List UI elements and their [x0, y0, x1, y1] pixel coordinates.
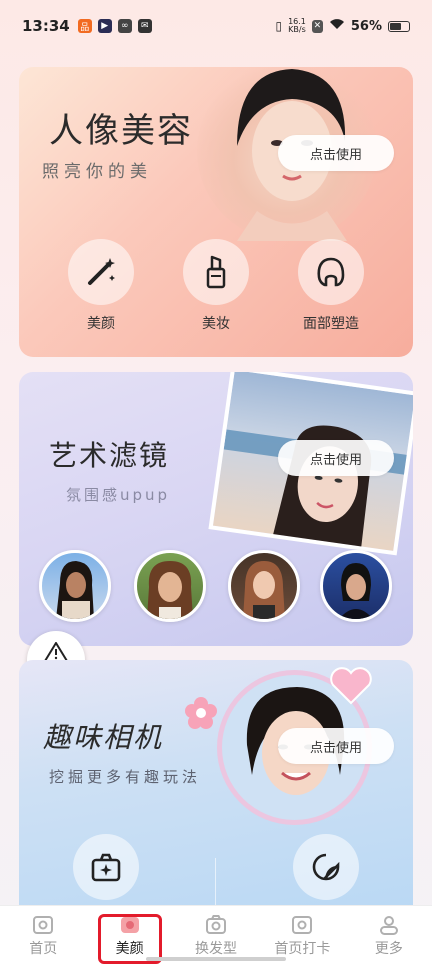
tab-home[interactable]: 首页: [0, 906, 86, 964]
status-time: 13:34: [22, 17, 70, 35]
feature-makeup-label: 美妆: [202, 316, 230, 332]
no-sim-icon: ✕: [311, 19, 323, 33]
art-filter-card[interactable]: 艺术滤镜 氛围感upup 点击使用: [19, 372, 413, 646]
filter-sample-4[interactable]: [320, 550, 392, 622]
lipstick-icon: [183, 239, 249, 305]
user-icon: [379, 916, 398, 935]
feature-face-shaping-label: 面部塑造: [303, 316, 359, 332]
warning-icon: [44, 641, 68, 662]
filter-sample-1[interactable]: [39, 550, 111, 622]
tab-hairstyle[interactable]: 换发型: [173, 906, 259, 964]
feature-beauty[interactable]: 美颜: [51, 239, 151, 333]
network-speed: 16.1 KB/s: [288, 18, 306, 34]
portrait-use-button[interactable]: 点击使用: [278, 135, 394, 171]
tab-hairstyle-label: 换发型: [195, 941, 238, 957]
wifi-icon: [329, 18, 345, 34]
home-indicator: [146, 957, 286, 961]
filter-sample-3[interactable]: [228, 550, 300, 622]
camera-sparkle-icon: [91, 853, 121, 882]
notification-play-icon: ▶: [97, 19, 112, 33]
filter-sample-2[interactable]: [134, 550, 206, 622]
tab-checkin[interactable]: 首页打卡: [259, 906, 345, 964]
tab-checkin-label: 首页打卡: [274, 941, 331, 957]
home-camera-icon: [33, 916, 54, 934]
tab-home-label: 首页: [29, 941, 58, 957]
portrait-card-title: 人像美容: [49, 111, 193, 151]
magic-wand-icon: [68, 239, 134, 305]
status-left: 13:34 品 ▶ ∞ ✉: [22, 17, 152, 35]
feature-makeup[interactable]: 美妆: [166, 239, 266, 333]
checkin-camera-icon: [292, 916, 313, 934]
camera-card-subtitle: 挖掘更多有趣玩法: [49, 768, 202, 786]
camera-card-title: 趣味相机: [43, 721, 164, 754]
fun-camera-card[interactable]: 趣味相机 挖掘更多有趣玩法 点击使用: [19, 660, 413, 920]
filter-use-button[interactable]: 点击使用: [278, 440, 394, 476]
filter-card-title: 艺术滤镜: [49, 439, 170, 472]
camera-feature-left[interactable]: [73, 834, 139, 900]
camera-feature-right[interactable]: [293, 834, 359, 900]
vibrate-icon: ▯: [275, 19, 283, 33]
tab-more-label: 更多: [374, 941, 403, 957]
net-speed-unit: KB/s: [288, 25, 306, 34]
notification-app-icon: 品: [77, 19, 92, 33]
battery-icon: [388, 20, 410, 32]
flower-decoration-icon: [184, 696, 218, 730]
feature-face-shaping[interactable]: 面部塑造: [281, 239, 381, 333]
feature-beauty-label: 美颜: [87, 316, 115, 332]
tab-more[interactable]: 更多: [346, 906, 432, 964]
notification-link-icon: ∞: [117, 19, 132, 33]
portrait-beauty-card[interactable]: 人像美容 照亮你的美 点击使用 美颜 美妆 面部塑造: [19, 67, 413, 357]
filter-card-subtitle: 氛围感upup: [66, 486, 171, 504]
status-right: ▯ 16.1 KB/s ✕ 56%: [275, 18, 410, 34]
status-bar: 13:34 品 ▶ ∞ ✉ ▯ 16.1 KB/s ✕ 56%: [0, 0, 432, 52]
sticker-icon: [312, 853, 340, 881]
notification-message-icon: ✉: [137, 19, 152, 33]
heart-sticker-icon: [329, 665, 373, 705]
camera-icon: [206, 915, 227, 934]
face-outline-icon: [298, 239, 364, 305]
portrait-card-subtitle: 照亮你的美: [42, 162, 152, 182]
battery-percent: 56%: [350, 18, 382, 34]
camera-use-button[interactable]: 点击使用: [278, 728, 394, 764]
bottom-tab-bar: 首页 美颜 换发型 首页打卡 更多: [0, 905, 432, 964]
